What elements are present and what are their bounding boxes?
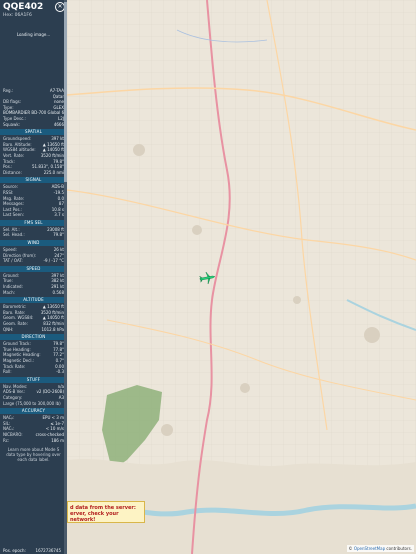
- data-value: 4666: [53, 121, 64, 127]
- data-row: Last Seen: 3.7 s: [0, 212, 67, 218]
- data-label: QNH:: [3, 326, 14, 332]
- section-header-fms-sel: FMS SEL: [0, 219, 67, 226]
- town-marker: [240, 383, 250, 393]
- data-value: 186 m: [51, 437, 64, 443]
- data-label: Distance:: [3, 169, 22, 175]
- section-header-spatial: SPATIAL: [0, 129, 67, 136]
- data-row: Distance: 225.0 nmi: [0, 170, 67, 176]
- aircraft-info-panel: QQE402 Hex: 06A1F6 ✕ Loading image... Re…: [0, 0, 67, 554]
- data-row: Squawk: 4666: [0, 122, 67, 128]
- info-note: Learn more about Mode S data type by hov…: [6, 447, 61, 463]
- data-label: Mach:: [3, 289, 15, 295]
- data-value: -9 / -17 °C: [43, 258, 64, 264]
- section-header-altitude: ALTITUDE: [0, 297, 67, 304]
- aircraft-photo: Loading image...: [3, 26, 64, 88]
- data-label: Large (75,000 to 300,000 lb): [3, 400, 61, 406]
- town-marker: [293, 296, 301, 304]
- server-error-message: d data from the server: erver, check you…: [67, 501, 145, 523]
- data-value: 225.0 nmi: [43, 169, 64, 175]
- attribution-text: contributors.: [386, 546, 412, 551]
- pos-epoch-value: 1672736745: [35, 548, 61, 553]
- section-header-stuff: STUFF: [0, 376, 67, 383]
- data-row: Mach: 0.568: [0, 290, 67, 296]
- details-block: Reg.: A7-TAA Qatar DB flags: none Type: GLEX BO…: [0, 88, 67, 127]
- map-attribution: © OpenStreetMap contributors.: [346, 545, 414, 552]
- data-row: Sel. Head.: 79.8°: [0, 232, 67, 238]
- town-marker: [192, 225, 202, 235]
- data-label: Last Seen:: [3, 212, 24, 218]
- data-value: 0.568: [52, 289, 64, 295]
- data-label: Reg.:: [3, 88, 14, 93]
- data-row: Roll: -0.3: [0, 369, 67, 375]
- section-header-signal: SIGNAL: [0, 177, 67, 184]
- data-label: TAT / OAT:: [3, 258, 23, 264]
- hex-code: Hex: 06A1F6: [3, 13, 32, 18]
- data-value: 3.7 s: [54, 212, 64, 218]
- pos-epoch: Pos. epoch: 1672736745: [0, 548, 64, 553]
- data-row: Large (75,000 to 300,000 lb): [0, 401, 67, 407]
- data-label: Sel. Head.:: [3, 232, 25, 238]
- section-header-direction: DIRECTION: [0, 334, 67, 341]
- copyright-symbol: ©: [348, 546, 353, 551]
- section-header-accuracy: ACCURACY: [0, 408, 67, 415]
- osm-link[interactable]: OpenStreetMap: [354, 546, 385, 551]
- data-value: -0.3: [56, 369, 64, 375]
- data-value: 1012.8 hPa: [41, 326, 65, 332]
- section-header-speed: SPEED: [0, 265, 67, 272]
- pos-epoch-label: Pos. epoch:: [3, 548, 26, 553]
- data-label: Rc:: [3, 437, 10, 443]
- town-marker: [133, 144, 145, 156]
- data-label: Squawk:: [3, 121, 20, 127]
- data-row: QNH: 1012.8 hPa: [0, 327, 67, 333]
- data-value: 79.8°: [53, 232, 64, 238]
- section-header-wind: WIND: [0, 240, 67, 247]
- data-row: TAT / OAT: -9 / -17 °C: [0, 258, 67, 264]
- sections-block: SPATIAL Groundspeed: 397 kt Baro. Altitude:…: [0, 129, 67, 443]
- town-marker: [161, 424, 173, 436]
- photo-status: Loading image...: [16, 32, 51, 37]
- data-label: Roll:: [3, 369, 12, 375]
- town-marker: [364, 327, 380, 343]
- map-view[interactable]: [67, 0, 416, 554]
